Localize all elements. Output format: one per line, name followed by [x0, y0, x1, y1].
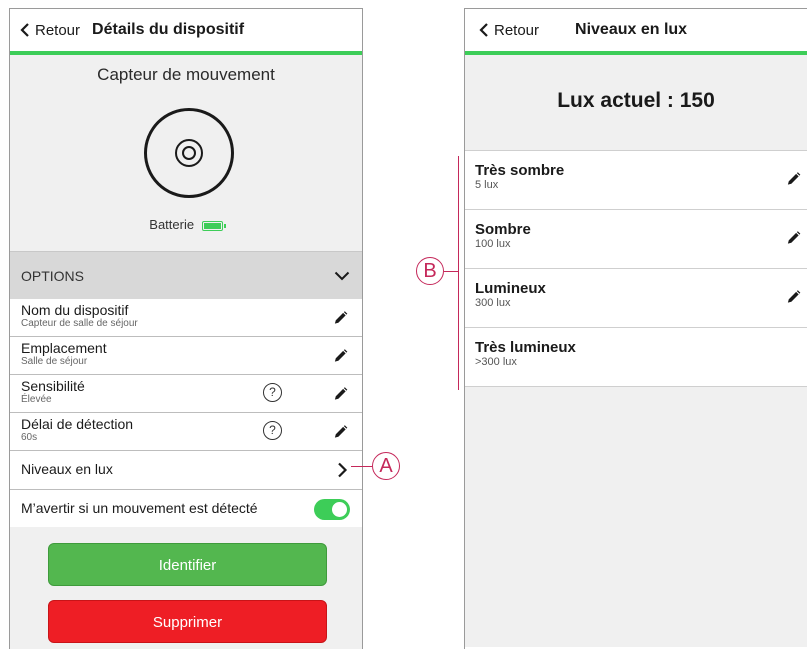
- row-label: Sensibilité: [21, 378, 85, 394]
- delete-button[interactable]: Supprimer: [48, 600, 327, 643]
- callout-a-line: [351, 466, 372, 468]
- pencil-icon[interactable]: [786, 231, 801, 246]
- current-lux-panel: Lux actuel : 150: [465, 55, 807, 151]
- row-label: Niveaux en lux: [21, 461, 113, 477]
- back-button[interactable]: Retour: [479, 22, 539, 39]
- pencil-icon[interactable]: [786, 172, 801, 187]
- device-details-screen: Retour Détails du dispositif Capteur de …: [9, 8, 363, 649]
- battery-status: Batterie: [10, 217, 362, 232]
- pencil-icon[interactable]: [333, 311, 348, 326]
- lux-level-row: Très lumineux >300 lux: [465, 328, 807, 387]
- device-panel: Capteur de mouvement Batterie: [10, 55, 362, 251]
- chevron-left-icon: [20, 23, 29, 37]
- lux-level-name: Très sombre: [475, 162, 565, 179]
- lux-level-row[interactable]: Très sombre 5 lux: [465, 151, 807, 210]
- empty-area: [465, 387, 807, 647]
- row-value: 60s: [21, 432, 38, 443]
- location-row[interactable]: Emplacement Salle de séjour: [10, 337, 362, 375]
- lux-level-value: 5 lux: [475, 179, 499, 191]
- motion-sensor-icon: [144, 108, 234, 198]
- header-bar: Retour Niveaux en lux: [465, 9, 807, 55]
- current-lux: Lux actuel : 150: [557, 89, 715, 112]
- lux-level-value: >300 lux: [475, 356, 517, 368]
- lux-level-value: 100 lux: [475, 238, 511, 250]
- chevron-right-icon[interactable]: [337, 462, 348, 478]
- detection-delay-row[interactable]: Délai de détection 60s ?: [10, 413, 362, 451]
- lux-level-row[interactable]: Sombre 100 lux: [465, 210, 807, 269]
- chevron-down-icon: [334, 271, 350, 280]
- motion-alert-toggle[interactable]: [314, 499, 350, 520]
- sensitivity-row[interactable]: Sensibilité Élevée ?: [10, 375, 362, 413]
- row-value: Élevée: [21, 394, 52, 405]
- row-label: Délai de détection: [21, 416, 134, 432]
- page-title: Niveaux en lux: [575, 21, 688, 38]
- page-title: Détails du dispositif: [92, 21, 245, 38]
- identify-button[interactable]: Identifier: [48, 543, 327, 586]
- header-bar: Retour Détails du dispositif: [10, 9, 362, 55]
- pencil-icon[interactable]: [333, 349, 348, 364]
- lux-levels-screen: Retour Niveaux en lux Lux actuel : 150 T…: [464, 8, 807, 649]
- lux-level-name: Très lumineux: [475, 339, 576, 356]
- motion-alert-row: M’avertir si un mouvement est détecté: [10, 490, 362, 529]
- actions-panel: Identifier Supprimer: [10, 527, 362, 649]
- lux-level-name: Sombre: [475, 221, 531, 238]
- options-header-label: OPTIONS: [21, 267, 85, 284]
- battery-label: Batterie: [149, 217, 195, 232]
- back-button[interactable]: Retour: [20, 22, 80, 39]
- callout-a: A: [372, 452, 400, 480]
- device-name-row[interactable]: Nom du dispositif Capteur de salle de sé…: [10, 299, 362, 337]
- callout-b: B: [416, 257, 444, 285]
- chevron-left-icon: [479, 23, 488, 37]
- pencil-icon[interactable]: [786, 290, 801, 305]
- help-icon[interactable]: ?: [263, 421, 282, 440]
- lux-levels-row[interactable]: Niveaux en lux: [10, 451, 362, 490]
- battery-icon: [201, 220, 226, 231]
- back-label: Retour: [494, 21, 540, 39]
- row-value: Salle de séjour: [21, 356, 88, 367]
- callout-b-line: [444, 271, 458, 273]
- lux-level-value: 300 lux: [475, 297, 511, 309]
- row-value: Capteur de salle de séjour: [21, 318, 138, 329]
- pencil-icon[interactable]: [333, 387, 348, 402]
- back-label: Retour: [35, 21, 81, 39]
- help-icon[interactable]: ?: [263, 383, 282, 402]
- lux-level-row[interactable]: Lumineux 300 lux: [465, 269, 807, 328]
- device-name: Capteur de mouvement: [97, 65, 275, 84]
- row-label: M’avertir si un mouvement est détecté: [21, 500, 258, 516]
- options-header[interactable]: OPTIONS: [10, 251, 362, 299]
- row-label: Emplacement: [21, 340, 107, 356]
- callout-b-bracket: [458, 156, 460, 390]
- pencil-icon[interactable]: [333, 425, 348, 440]
- row-label: Nom du dispositif: [21, 302, 129, 318]
- lux-level-name: Lumineux: [475, 280, 546, 297]
